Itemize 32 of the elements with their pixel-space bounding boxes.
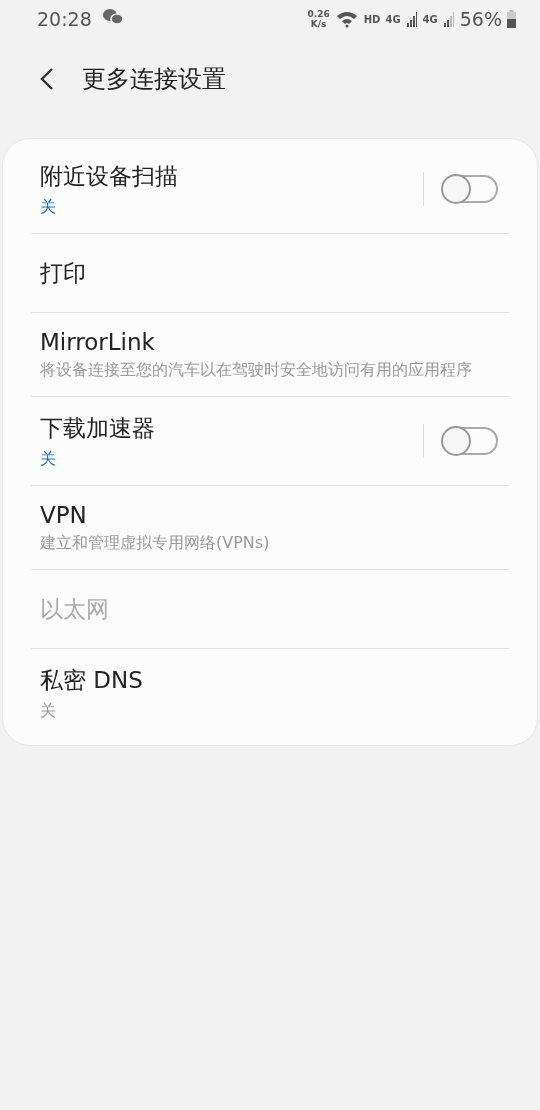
settings-row[interactable]: 下载加速器 关 <box>31 397 509 486</box>
settings-row[interactable]: MirrorLink 将设备连接至您的汽车以在驾驶时安全地访问有用的应用程序 <box>31 313 509 397</box>
hd-label: HD <box>363 13 381 25</box>
setting-summary: 将设备连接至您的汽车以在驾驶时安全地访问有用的应用程序 <box>40 359 473 380</box>
toggle-switch[interactable] <box>442 427 498 455</box>
setting-summary: 关 <box>40 448 57 469</box>
network-type: 4G <box>422 13 438 25</box>
settings-row[interactable]: 私密 DNS 关 <box>31 649 509 737</box>
setting-title: 私密 DNS <box>40 666 144 695</box>
speed-value: 0.26 <box>307 9 330 19</box>
setting-title: MirrorLink <box>40 329 156 355</box>
setting-title: VPN <box>40 502 88 528</box>
settings-row[interactable]: 附近设备扫描 关 <box>31 145 509 234</box>
battery-percent: 56% <box>459 8 502 30</box>
setting-summary: 关 <box>40 700 57 721</box>
chat-bubbles-icon <box>101 8 124 26</box>
setting-summary: 建立和管理虚拟专用网络(VPNs) <box>40 532 271 553</box>
setting-title: 打印 <box>40 258 87 288</box>
settings-row[interactable]: 打印 <box>31 234 509 313</box>
signal-icon <box>405 10 418 28</box>
speed-unit: K/s <box>310 19 327 29</box>
signal-icon <box>442 10 455 28</box>
setting-summary: 关 <box>40 196 57 217</box>
setting-title: 附近设备扫描 <box>40 162 179 191</box>
setting-title: 下载加速器 <box>40 414 156 443</box>
toggle-switch[interactable] <box>442 175 498 203</box>
network-type: 4G <box>385 13 401 25</box>
settings-row[interactable]: VPN 建立和管理虚拟专用网络(VPNs) <box>31 486 509 570</box>
battery-icon <box>507 10 516 28</box>
page-title: 更多连接设置 <box>82 64 226 95</box>
status-time: 20:28 <box>37 8 92 30</box>
setting-title: 以太网 <box>40 594 110 624</box>
